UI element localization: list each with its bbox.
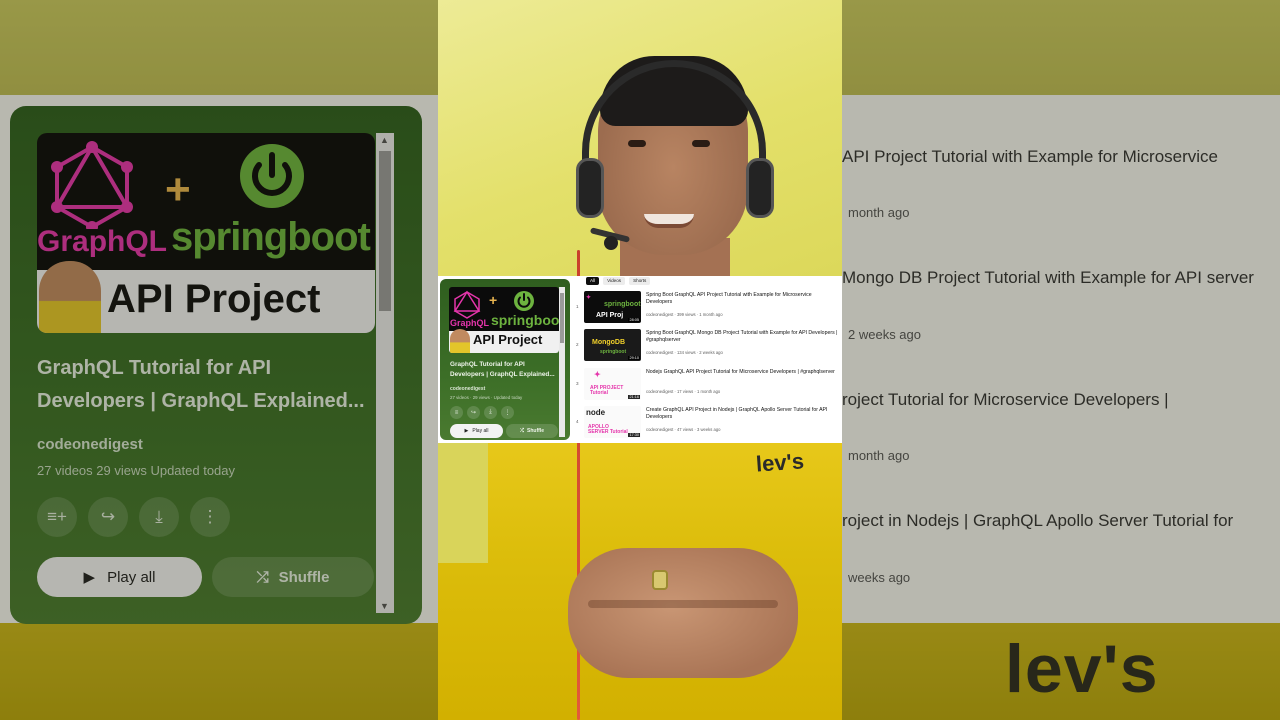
api-project-word: API Project	[473, 332, 543, 347]
chip-all[interactable]: All	[586, 277, 600, 285]
item-index: 1	[576, 304, 579, 309]
playlist-thumbnail[interactable]: + GraphQL springboot API Project	[449, 287, 559, 353]
add-to-queue-icon[interactable]: ≡	[450, 406, 463, 419]
plus-sign: +	[489, 292, 498, 308]
item-title[interactable]: Spring Boot GraphQL API Project Tutorial…	[646, 292, 838, 307]
springboot-word: springboot	[491, 312, 559, 328]
item-thumbnail[interactable]: ✦ springboot API Proj 28:05	[584, 291, 641, 323]
playlist-scrollbar[interactable]	[559, 287, 565, 437]
list-item[interactable]: 4 node APOLLO SERVER Tutorial 17:30 Crea…	[576, 405, 840, 441]
chip-shorts[interactable]: Shorts	[629, 277, 651, 285]
graphql-logo-icon: ✦	[586, 295, 592, 301]
item-index: 3	[576, 381, 579, 386]
item-title[interactable]: Spring Boot GraphQL Mongo DB Project Tut…	[646, 330, 838, 345]
wall-edge	[438, 443, 488, 563]
thumb-label: MongoDB	[592, 339, 626, 346]
presenter-smile	[644, 214, 694, 228]
playlist-meta: 27 videos · 29 views · Updated today	[450, 395, 523, 400]
playlist-card: + GraphQL springboot API Project GraphQL…	[440, 279, 570, 440]
thumb-label: API Proj	[596, 312, 624, 319]
item-index: 2	[576, 342, 579, 347]
presenter-hands	[568, 548, 798, 678]
ring-icon	[652, 570, 668, 590]
duration-badge: 29:10	[628, 356, 640, 360]
headset-mic-icon	[604, 236, 618, 250]
item-meta: codeonedigest · 17 views · 1 month ago	[646, 389, 721, 394]
hands-fold	[588, 600, 778, 608]
headphone-earcup-left	[576, 158, 604, 218]
shuffle-icon: ⤮	[520, 428, 525, 434]
download-icon[interactable]: ⤓	[484, 406, 497, 419]
list-item[interactable]: 2 MongoDB springboot 29:10 Spring Boot G…	[576, 328, 840, 364]
play-all-label: Play all	[472, 428, 489, 434]
presenter-avatar	[450, 329, 470, 353]
list-item[interactable]: 3 ✦ API PROJECT Tutorial 21:16 Nodejs Gr…	[576, 367, 840, 403]
item-title[interactable]: Nodejs GraphQL API Project Tutorial for …	[646, 369, 838, 376]
springboot-word: springboot	[600, 349, 627, 355]
playlist-screenshot: + GraphQL springboot API Project GraphQL…	[438, 276, 842, 443]
item-thumbnail[interactable]: MongoDB springboot 29:10	[584, 329, 641, 361]
duration-badge: 21:16	[628, 395, 640, 399]
item-meta: codeonedigest · 47 views · 3 weeks ago	[646, 427, 721, 432]
graphql-logo-icon: ✦	[594, 370, 601, 379]
item-thumbnail[interactable]: ✦ API PROJECT Tutorial 21:16	[584, 368, 641, 400]
duration-badge: 17:30	[628, 433, 640, 437]
play-icon: ▶	[464, 428, 469, 434]
springboot-word: springboot	[604, 301, 641, 308]
scroll-thumb[interactable]	[560, 293, 564, 343]
graphql-word: GraphQL	[450, 318, 490, 328]
spring-power-icon	[514, 291, 534, 311]
headphone-earcup-right	[746, 158, 774, 218]
list-item[interactable]: 1 ✦ springboot API Proj 28:05 Spring Boo…	[576, 290, 840, 326]
thumb-label: API PROJECT Tutorial	[590, 385, 624, 396]
play-all-button[interactable]: ▶ Play all	[450, 424, 503, 438]
item-meta: codeonedigest · 134 views · 2 weeks ago	[646, 350, 723, 355]
graphql-logo-icon	[453, 290, 481, 319]
item-thumbnail[interactable]: node APOLLO SERVER Tutorial 17:30	[584, 406, 641, 438]
item-title[interactable]: Create GraphQL API Project in Nodejs | G…	[646, 407, 838, 422]
filter-chips: All Videos Shorts	[586, 277, 651, 285]
nodejs-logo-icon: node	[586, 408, 606, 417]
shuffle-label: Shuffle	[527, 428, 544, 434]
playlist-actions: ≡ ↪ ⤓ ⋮	[450, 406, 514, 419]
duration-badge: 28:05	[628, 318, 640, 322]
shirt-logo: lev's	[755, 448, 805, 477]
shuffle-button[interactable]: ⤮ Shuffle	[506, 424, 558, 438]
item-index: 4	[576, 419, 579, 424]
chip-videos[interactable]: Videos	[603, 277, 626, 285]
video-frame: GraphQL + springboot API Project ▲ ▼ Gra…	[0, 0, 1280, 720]
thumb-label: APOLLO SERVER Tutorial	[588, 424, 628, 435]
playlist-title: GraphQL Tutorial for API Developers | Gr…	[450, 361, 555, 378]
item-meta: codeonedigest · 399 views · 1 month ago	[646, 312, 723, 317]
playlist-owner[interactable]: codeonedigest	[450, 386, 485, 392]
more-icon[interactable]: ⋮	[501, 406, 514, 419]
share-icon[interactable]: ↪	[467, 406, 480, 419]
